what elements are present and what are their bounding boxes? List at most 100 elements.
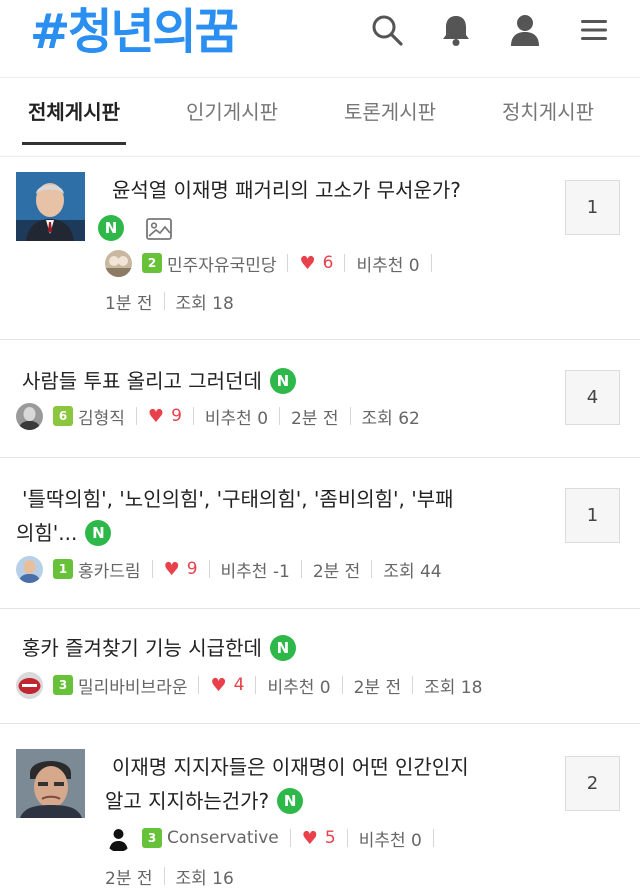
user-icon[interactable] xyxy=(505,10,545,50)
comment-count[interactable]: 4 xyxy=(565,370,620,425)
level-badge: 2 xyxy=(142,253,162,273)
post-meta: 6 김형직 ♥ 9 비추천 0 2분 전 조회 62 xyxy=(16,402,420,430)
view-count: 조회 44 xyxy=(383,561,442,582)
divider xyxy=(412,676,414,694)
like-count: 9 xyxy=(186,559,198,579)
image-attachment-icon xyxy=(146,218,172,240)
tab-label: 토론게시판 xyxy=(344,100,436,124)
divider xyxy=(135,407,137,425)
dislike-count: 비추천 0 xyxy=(267,677,331,698)
post-item[interactable]: 홍카 즐겨찾기 기능 시급한데 N 3 밀리바비브라운 ♥ 4 비추천 0 2분 … xyxy=(0,610,640,724)
author-name[interactable]: 밀리바비브라운 xyxy=(78,673,187,698)
post-meta-second-line: 2분 전 조회 16 xyxy=(105,862,234,890)
dislike-count: 비추천 0 xyxy=(358,830,422,851)
search-icon[interactable] xyxy=(367,10,407,50)
divider xyxy=(198,676,200,694)
dislike-count: 비추천 0 xyxy=(356,255,420,276)
divider xyxy=(430,254,432,272)
post-meta: 3 Conservative ♥ 5 비추천 0 xyxy=(105,824,445,852)
post-title[interactable]: 사람들 투표 올리고 그러던데 N xyxy=(22,363,296,400)
avatar[interactable] xyxy=(16,402,43,430)
divider xyxy=(346,829,348,847)
post-title[interactable]: 윤석열 이재명 패거리의 고소가 무서운가? xyxy=(112,172,461,209)
avatar[interactable] xyxy=(16,671,43,699)
heart-icon[interactable]: ♥ xyxy=(299,253,315,274)
post-time: 2분 전 xyxy=(353,677,402,698)
level-badge: 3 xyxy=(142,828,162,848)
post-title[interactable]: 이재명 지지자들은 이재명이 어떤 인간인지 xyxy=(112,749,469,786)
author-name[interactable]: 민주자유국민당 xyxy=(167,251,276,276)
post-title-continued[interactable]: 의힘'... N xyxy=(16,515,112,552)
new-badge: N xyxy=(98,215,124,241)
post-thumbnail[interactable] xyxy=(16,749,85,818)
new-badge: N xyxy=(269,635,296,661)
post-title-continued[interactable]: 알고 지지하는건가? N xyxy=(105,783,304,820)
heart-icon[interactable]: ♥ xyxy=(302,828,318,849)
avatar[interactable] xyxy=(105,824,132,852)
logo-text: #청년의꿈 xyxy=(30,4,239,60)
tab-popular-board[interactable]: 인기게시판 xyxy=(178,79,286,155)
post-title-text: '틀딱의힘', '노인의힘', '구태의힘', '좀비의힘', '부패 xyxy=(22,487,454,511)
post-item[interactable]: '틀딱의힘', '노인의힘', '구태의힘', '좀비의힘', '부패 의힘'.… xyxy=(0,459,640,609)
tab-debate-board[interactable]: 토론게시판 xyxy=(336,79,444,155)
post-title[interactable]: '틀딱의힘', '노인의힘', '구태의힘', '좀비의힘', '부패 xyxy=(22,481,454,518)
heart-icon[interactable]: ♥ xyxy=(148,406,164,427)
like-count: 9 xyxy=(171,406,182,426)
divider xyxy=(255,676,257,694)
post-title[interactable]: 홍카 즐겨찾기 기능 시급한데 N xyxy=(22,630,296,667)
divider xyxy=(371,560,373,578)
post-meta: 3 밀리바비브라운 ♥ 4 비추천 0 2분 전 조회 18 xyxy=(16,671,482,699)
app-header: #청년의꿈 xyxy=(0,0,640,78)
post-item[interactable]: 이재명 지지자들은 이재명이 어떤 인간인지 알고 지지하는건가? N 2 3 C… xyxy=(0,725,640,896)
divider xyxy=(163,867,165,885)
author-name[interactable]: Conservative xyxy=(167,828,279,848)
tab-label: 정치게시판 xyxy=(502,100,594,124)
site-logo[interactable]: #청년의꿈 xyxy=(30,2,239,62)
avatar[interactable] xyxy=(16,555,43,583)
menu-icon[interactable] xyxy=(574,10,614,50)
like-count: 4 xyxy=(233,675,245,695)
post-time: 2분 전 xyxy=(291,408,339,429)
view-count: 조회 18 xyxy=(424,677,483,698)
divider xyxy=(341,676,343,694)
bell-icon[interactable] xyxy=(436,10,476,50)
post-title-text: 윤석열 이재명 패거리의 고소가 무서운가? xyxy=(112,178,461,202)
like-count: 6 xyxy=(322,253,334,273)
board-tabs: 전체게시판 인기게시판 토론게시판 정치게시판 xyxy=(0,79,640,157)
view-count: 조회 18 xyxy=(175,293,234,314)
divider xyxy=(208,560,210,578)
post-title-text: 알고 지지하는건가? xyxy=(105,789,270,813)
comment-count[interactable]: 1 xyxy=(565,488,620,543)
post-time: 2분 전 xyxy=(312,561,361,582)
post-item[interactable]: 윤석열 이재명 패거리의 고소가 무서운가? N 1 2 민주자유국민당 ♥ 6… xyxy=(0,158,640,340)
tab-label: 인기게시판 xyxy=(186,100,278,124)
active-tab-indicator xyxy=(22,142,126,145)
divider xyxy=(192,407,194,425)
heart-icon[interactable]: ♥ xyxy=(164,559,180,580)
tab-politics-board[interactable]: 정치게시판 xyxy=(494,79,602,155)
divider xyxy=(300,560,302,578)
post-title-text: 이재명 지지자들은 이재명이 어떤 인간인지 xyxy=(112,755,469,779)
divider xyxy=(344,254,346,272)
post-meta-second-line: 1분 전 조회 18 xyxy=(105,287,234,315)
divider xyxy=(289,829,291,847)
post-title-text: 의힘'... xyxy=(16,521,78,545)
level-badge: 6 xyxy=(53,406,73,426)
level-badge: 1 xyxy=(53,559,73,579)
divider xyxy=(279,407,281,425)
comment-count[interactable]: 1 xyxy=(565,180,620,235)
author-name[interactable]: 홍카드림 xyxy=(78,557,141,582)
post-item[interactable]: 사람들 투표 올리고 그러던데 N 4 6 김형직 ♥ 9 비추천 0 2분 전 … xyxy=(0,341,640,458)
avatar[interactable] xyxy=(105,249,132,277)
dislike-count: 비추천 -1 xyxy=(220,561,290,582)
post-thumbnail[interactable] xyxy=(16,172,85,241)
divider xyxy=(287,254,289,272)
heart-icon[interactable]: ♥ xyxy=(210,675,226,696)
comment-count[interactable]: 2 xyxy=(565,756,620,811)
divider xyxy=(432,829,434,847)
divider xyxy=(163,292,165,310)
dislike-count: 비추천 0 xyxy=(204,408,269,429)
post-title-text: 사람들 투표 올리고 그러던데 xyxy=(22,369,262,393)
author-name[interactable]: 김형직 xyxy=(78,404,125,429)
post-time: 2분 전 xyxy=(105,868,153,889)
